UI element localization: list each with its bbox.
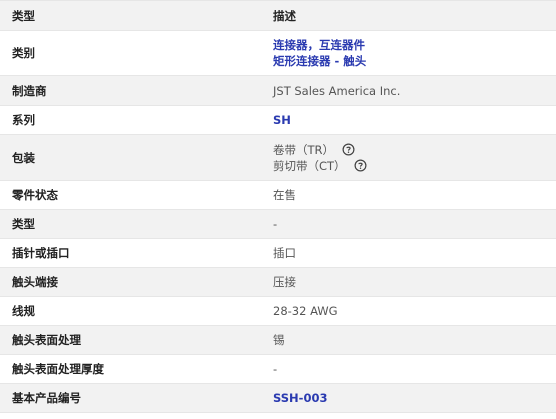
help-circle-icon[interactable]	[342, 143, 355, 156]
manufacturer-label: 制造商	[12, 83, 47, 98]
series-link[interactable]: SH	[273, 112, 556, 128]
part-status-label: 零件状态	[12, 188, 58, 202]
base-product-number-label: 基本产品编号	[12, 391, 81, 405]
category-link-connectors[interactable]: 连接器，互连器件	[273, 37, 556, 53]
contact-finish-thickness-label: 触头表面处理厚度	[12, 362, 104, 376]
wire-gauge-value: 28-32 AWG	[273, 304, 338, 318]
packaging-option-ct-text: 剪切带（CT）	[273, 158, 346, 173]
series-label: 系列	[12, 113, 35, 127]
header-type: 类型	[12, 8, 35, 23]
row-wire-gauge: 线规 28-32 AWG	[0, 297, 556, 326]
pin-or-socket-label: 插针或插口	[12, 246, 70, 260]
manufacturer-value: JST Sales America Inc.	[273, 83, 401, 98]
category-label: 类别	[12, 46, 35, 60]
packaging-label: 包装	[12, 150, 35, 165]
row-part-status: 零件状态 在售	[0, 181, 556, 210]
series-value: SH	[262, 112, 556, 128]
packaging-option-tr: 卷带（TR）	[273, 142, 556, 158]
packaging-option-tr-text: 卷带（TR）	[273, 142, 335, 157]
type-label: 类型	[12, 217, 35, 231]
row-contact-finish: 触头表面处理 锡	[0, 326, 556, 355]
pin-or-socket-value: 插口	[273, 246, 296, 260]
row-type: 类型 -	[0, 210, 556, 239]
row-pin-or-socket: 插针或插口 插口	[0, 239, 556, 268]
product-attributes-table: 类型 描述 类别 连接器，互连器件 矩形连接器 - 触头 制造商 JST Sal…	[0, 0, 556, 413]
row-contact-termination: 触头端接 压接	[0, 268, 556, 297]
wire-gauge-label: 线规	[12, 304, 35, 318]
type-value: -	[273, 217, 278, 231]
row-packaging: 包装 卷带（TR） 剪切带（CT）	[0, 135, 556, 181]
contact-termination-value: 压接	[273, 275, 296, 289]
help-circle-icon[interactable]	[354, 159, 367, 172]
packaging-value: 卷带（TR） 剪切带（CT）	[262, 142, 556, 174]
contact-finish-value: 锡	[273, 333, 285, 347]
part-status-value: 在售	[273, 188, 296, 202]
row-category: 类别 连接器，互连器件 矩形连接器 - 触头	[0, 31, 556, 76]
header-description: 描述	[273, 8, 296, 23]
row-contact-finish-thickness: 触头表面处理厚度 -	[0, 355, 556, 384]
table-header-row: 类型 描述	[0, 1, 556, 31]
row-series: 系列 SH	[0, 106, 556, 135]
category-link-rectangular-contacts[interactable]: 矩形连接器 - 触头	[273, 53, 556, 69]
packaging-option-ct: 剪切带（CT）	[273, 158, 556, 174]
contact-finish-thickness-value: -	[273, 362, 278, 376]
row-manufacturer: 制造商 JST Sales America Inc.	[0, 76, 556, 106]
row-base-product-number: 基本产品编号 SSH-003	[0, 384, 556, 413]
base-product-number-value: SSH-003	[262, 390, 556, 406]
category-value: 连接器，互连器件 矩形连接器 - 触头	[262, 37, 556, 69]
contact-finish-label: 触头表面处理	[12, 333, 81, 347]
contact-termination-label: 触头端接	[12, 275, 58, 289]
base-product-number-link[interactable]: SSH-003	[273, 390, 556, 406]
